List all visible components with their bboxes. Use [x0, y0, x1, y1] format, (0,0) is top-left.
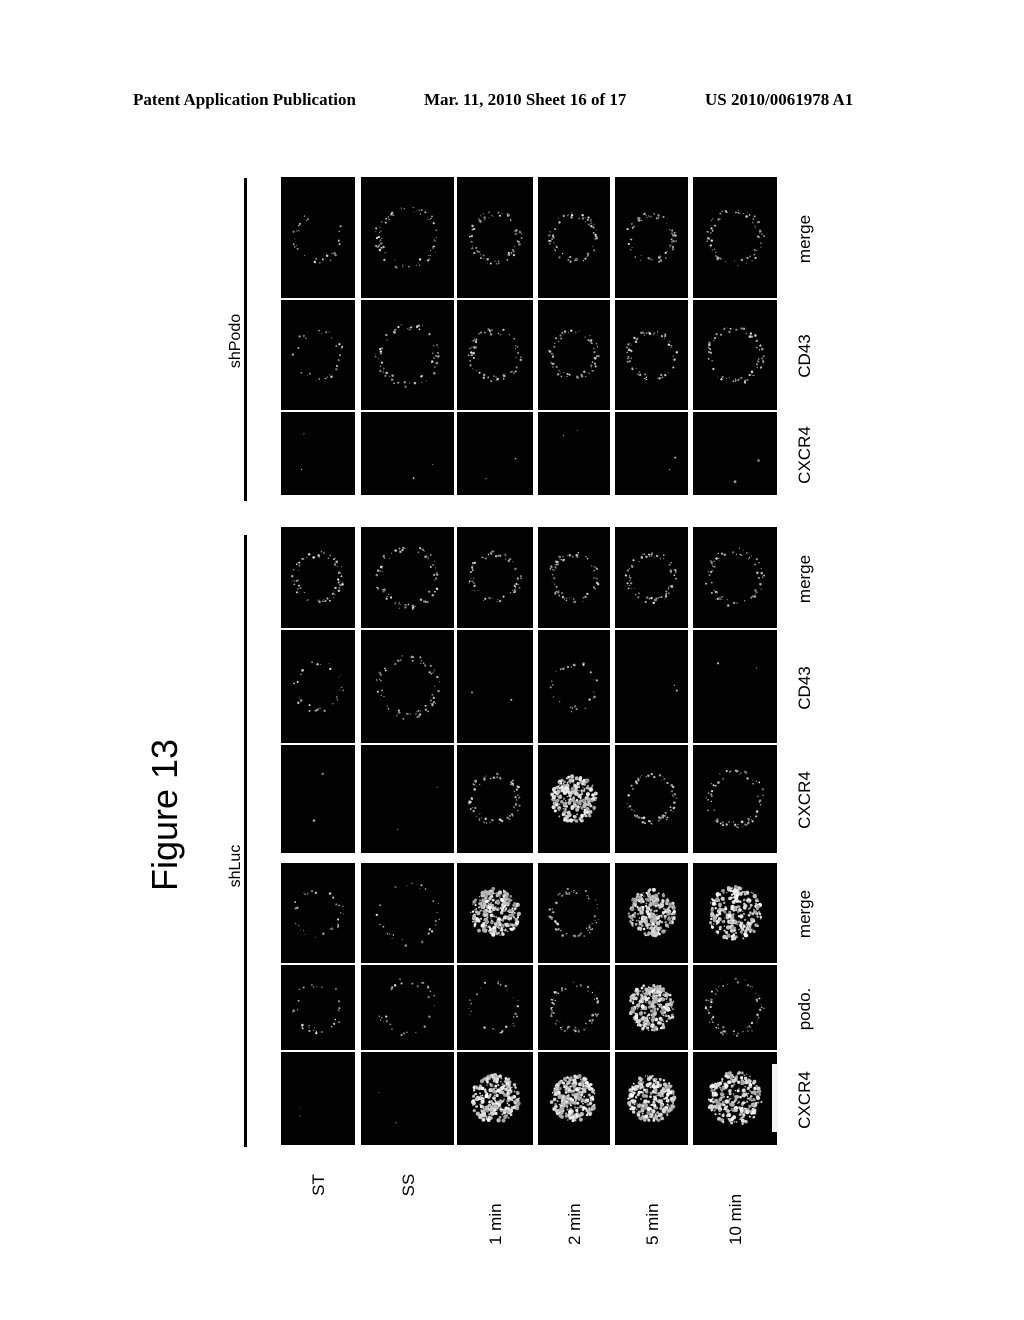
- condition-label-10min: 10 min: [726, 1193, 745, 1245]
- micrograph-shpodo-cxcr4-ss: [361, 412, 454, 495]
- micrograph-shluc-merge-2min: [538, 863, 610, 963]
- publication-date-sheet: Mar. 11, 2010 Sheet 16 of 17: [424, 90, 627, 109]
- group-bracket-shluc: [244, 535, 247, 1147]
- micrograph-shluc-cd43-st: [281, 630, 355, 743]
- channel-label-merge: merge: [795, 554, 814, 603]
- micrograph-shluc-merge-5min: [615, 527, 688, 628]
- micrograph-shluc-cxcr4-10min: [693, 1052, 777, 1145]
- micrograph-shluc-podo-10min: [693, 965, 777, 1050]
- micrograph-shluc-merge-1min: [457, 527, 533, 628]
- micrograph-shluc-cxcr4-1min: [457, 745, 533, 853]
- micrograph-shluc-podo-1min: [457, 965, 533, 1050]
- micrograph-shluc-cxcr4-10min: [693, 745, 777, 853]
- micrograph-shluc-merge-ss: [361, 527, 454, 628]
- condition-label-5min: 5 min: [642, 1203, 662, 1245]
- condition-label-2min: 2 min: [565, 1203, 584, 1245]
- micrograph-shluc-podo-ss: [361, 965, 454, 1050]
- micrograph-shpodo-cd43-2min: [538, 300, 610, 410]
- micrograph-shluc-merge-10min: [693, 527, 777, 628]
- micrograph-shpodo-cd43-1min: [457, 300, 533, 410]
- micrograph-shpodo-merge-10min: [693, 177, 777, 298]
- micrograph-shpodo-cxcr4-5min: [615, 412, 688, 495]
- micrograph-shpodo-cxcr4-10min: [693, 412, 777, 495]
- figure-title: Figure 13: [144, 738, 185, 892]
- scale-bar: [772, 1064, 778, 1132]
- micrograph-shluc-cd43-5min: [615, 630, 688, 743]
- micrograph-shluc-cxcr4-5min: [615, 1052, 688, 1145]
- channel-label-cd43: CD43: [795, 665, 814, 710]
- micrograph-shluc-podo-st: [281, 965, 355, 1050]
- micrograph-shluc-cxcr4-2min: [538, 1052, 610, 1145]
- micrograph-shluc-merge-1min: [457, 863, 533, 963]
- condition-label-st: ST: [309, 1174, 328, 1196]
- micrograph-shpodo-merge-1min: [457, 177, 533, 298]
- micrograph-shluc-merge-ss: [361, 863, 454, 963]
- micrograph-shpodo-merge-2min: [538, 177, 610, 298]
- micrograph-shluc-merge-5min: [615, 863, 688, 963]
- micrograph-shluc-cxcr4-ss: [361, 1052, 454, 1145]
- micrograph-shpodo-merge-5min: [615, 177, 688, 298]
- micrograph-shpodo-cxcr4-1min: [457, 412, 533, 495]
- condition-label-1min: 1 min: [486, 1203, 505, 1245]
- condition-label-ss: SS: [398, 1173, 418, 1197]
- channel-label-cd43: CD43: [795, 334, 814, 378]
- micrograph-shluc-merge-st: [281, 527, 355, 628]
- channel-label-cxcr4: CXCR4: [795, 1070, 814, 1129]
- micrograph-shpodo-cxcr4-2min: [538, 412, 610, 495]
- micrograph-shluc-cd43-ss: [361, 630, 454, 743]
- micrograph-shluc-cxcr4-1min: [457, 1052, 533, 1145]
- micrograph-shluc-merge-st: [281, 863, 355, 963]
- channel-label-cxcr4: CXCR4: [795, 425, 814, 484]
- micrograph-shpodo-merge-ss: [361, 177, 454, 298]
- publication-type: Patent Application Publication: [133, 90, 356, 109]
- micrograph-shpodo-cd43-5min: [615, 300, 688, 410]
- group-bracket-shpodo: [244, 178, 247, 501]
- micrograph-shluc-cxcr4-st: [281, 1052, 355, 1145]
- micrograph-shpodo-cd43-10min: [693, 300, 777, 410]
- micrograph-shluc-cd43-1min: [457, 630, 533, 743]
- micrograph-shluc-merge-10min: [693, 863, 777, 963]
- micrograph-shluc-podo-5min: [615, 965, 688, 1050]
- micrograph-shluc-cxcr4-5min: [615, 745, 688, 853]
- micrograph-shluc-cxcr4-st: [281, 745, 355, 853]
- micrograph-shluc-cxcr4-ss: [361, 745, 454, 853]
- micrograph-shluc-podo-2min: [538, 965, 610, 1050]
- micrograph-shpodo-cd43-ss: [361, 300, 454, 410]
- micrograph-shluc-cd43-2min: [538, 630, 610, 743]
- micrograph-shpodo-cd43-st: [281, 300, 355, 410]
- channel-label-cxcr4: CXCR4: [795, 771, 814, 829]
- micrograph-shluc-cd43-10min: [693, 630, 777, 743]
- channel-label-merge: merge: [795, 889, 814, 939]
- micrograph-shluc-merge-2min: [538, 527, 610, 628]
- micrograph-shluc-cxcr4-2min: [538, 745, 610, 853]
- micrograph-shpodo-merge-st: [281, 177, 355, 298]
- channel-label-podo: podo.: [795, 987, 814, 1030]
- channel-label-merge: merge: [795, 214, 814, 263]
- publication-number: US 2010/0061978 A1: [705, 90, 854, 109]
- micrograph-shpodo-cxcr4-st: [281, 412, 355, 495]
